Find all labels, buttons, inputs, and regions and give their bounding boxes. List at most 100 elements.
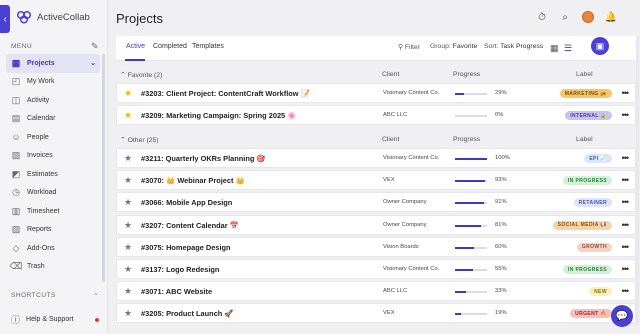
chevron-down-icon[interactable]: ⌄: [90, 59, 96, 67]
star-icon[interactable]: ★: [124, 242, 132, 253]
more-options-icon[interactable]: •••: [622, 110, 630, 120]
project-label[interactable]: GROWTH: [576, 242, 612, 252]
sort-prefix: Sort:: [484, 43, 499, 50]
star-icon[interactable]: ★: [124, 264, 132, 275]
add-project-button[interactable]: ▣: [591, 37, 609, 55]
more-options-icon[interactable]: •••: [622, 242, 630, 252]
project-row[interactable]: ★ #3137: Logo Redesign Visionary Content C…: [116, 259, 636, 279]
project-name[interactable]: #3211: Quarterly OKRs Planning 🎯: [141, 154, 266, 163]
project-label[interactable]: URGENT 🔥: [570, 309, 612, 319]
sidebar-item-add-ons[interactable]: ◇ Add-Ons: [6, 239, 100, 258]
project-row[interactable]: ★ #3070: 👑 Webinar Project 👑 VEX 93% IN PROG…: [116, 170, 636, 191]
project-label[interactable]: RETAINER: [573, 198, 612, 208]
tab-templates[interactable]: Templates: [192, 43, 224, 50]
avatar[interactable]: [582, 11, 594, 23]
more-options-icon[interactable]: •••: [622, 88, 630, 98]
sidebar-item-label: My Work: [27, 78, 55, 86]
chevron-up-icon[interactable]: ⌃: [93, 292, 99, 300]
help-and-support[interactable]: ⓘ Help & Support: [11, 313, 99, 326]
sort-button[interactable]: Sort: Task Progress: [484, 43, 543, 50]
more-options-icon[interactable]: •••: [622, 197, 630, 207]
progress-percent: 93%: [495, 177, 507, 184]
project-label[interactable]: IN PROGRESS: [562, 265, 612, 274]
project-label[interactable]: INTERNAL 🔒: [565, 111, 612, 121]
project-name[interactable]: #3207: Content Calendar 📅: [141, 221, 239, 230]
group-header[interactable]: ⌃ Favorite (2) Client Progress Label: [116, 70, 636, 82]
project-row[interactable]: ★ #3209: Marketing Campaign: Spring 2025 …: [116, 105, 636, 126]
sidebar-item-timesheet[interactable]: ▥ Timesheet: [6, 202, 100, 221]
sidebar-item-estimates[interactable]: ◩ Estimates: [6, 165, 100, 184]
project-name[interactable]: #3203: Client Project: ContentCraft Work…: [141, 89, 310, 98]
list-view-icon[interactable]: ☰: [564, 43, 572, 54]
more-options-icon[interactable]: •••: [622, 153, 630, 163]
filter-button[interactable]: ⚲ Filter: [398, 43, 420, 51]
project-name[interactable]: #3209: Marketing Campaign: Spring 2025 🌸: [141, 111, 296, 120]
more-options-icon[interactable]: •••: [622, 286, 630, 296]
shortcuts-header[interactable]: SHORTCUTS ⌃: [11, 292, 99, 300]
project-row[interactable]: ★ #3211: Quarterly OKRs Planning 🎯 Visiona…: [116, 148, 636, 168]
star-icon[interactable]: ★: [124, 197, 132, 208]
project-name[interactable]: #3205: Product Launch 🚀: [141, 309, 234, 318]
sidebar-item-invoices[interactable]: ▧ Invoices: [6, 147, 100, 166]
star-icon[interactable]: ★: [124, 110, 132, 121]
chat-button[interactable]: 💬: [611, 305, 633, 327]
sidebar-item-reports[interactable]: ▨ Reports: [6, 221, 100, 240]
sidebar-scrollbar[interactable]: [102, 54, 105, 282]
group-title-text: Other (25): [127, 137, 159, 144]
project-name[interactable]: #3137: Logo Redesign: [141, 265, 219, 274]
project-label[interactable]: SOCIAL MEDIA 📢: [552, 220, 612, 230]
sidebar-item-activity[interactable]: ◫ Activity: [6, 91, 100, 110]
more-options-icon[interactable]: •••: [622, 264, 630, 274]
search-icon[interactable]: ⌕: [559, 11, 571, 23]
bell-icon[interactable]: 🔔: [605, 11, 617, 23]
sidebar-item-workload[interactable]: ◷ Workload: [6, 184, 100, 203]
star-icon[interactable]: ★: [124, 308, 132, 319]
sidebar-item-projects[interactable]: ▦ Projects ⌄: [6, 54, 100, 73]
edit-menu-icon[interactable]: ✎: [91, 41, 99, 52]
tab-completed[interactable]: Completed: [153, 43, 187, 50]
top-icons: ⏱ ⌕ 🔔: [536, 11, 617, 23]
project-label[interactable]: IN PROGRESS: [562, 176, 612, 186]
more-options-icon[interactable]: •••: [622, 220, 630, 230]
project-row[interactable]: ★ #3207: Content Calendar 📅 Owner Company 8…: [116, 214, 636, 235]
project-name[interactable]: #3066: Mobile App Design: [141, 198, 232, 207]
project-row[interactable]: ★ #3075: Homepage Design Vision Boards 60% G…: [116, 236, 636, 257]
more-options-icon[interactable]: •••: [622, 175, 630, 185]
tab-active[interactable]: Active: [126, 43, 145, 50]
progress-percent: 100%: [495, 155, 510, 161]
sidebar-item-trash[interactable]: ⌫ Trash: [6, 258, 100, 277]
project-row[interactable]: ★ #3071: ABC Website ABC LLC 33% NEW •••: [116, 281, 636, 302]
project-name[interactable]: #3071: ABC Website: [141, 287, 212, 296]
chevron-up-icon[interactable]: ⌃: [120, 137, 128, 144]
project-row[interactable]: ★#3205: Product Launch 🚀VEX19%URGENT 🔥••…: [116, 303, 636, 324]
project-row[interactable]: ★ #3066: Mobile App Design Owner Company 91…: [116, 192, 636, 213]
star-icon[interactable]: ★: [124, 286, 132, 297]
main-scrollbar[interactable]: [636, 36, 639, 326]
chevron-up-icon[interactable]: ⌃: [120, 72, 128, 79]
grid-view-icon[interactable]: ▦: [550, 43, 559, 54]
sidebar-item-my-work[interactable]: ◰ My Work: [6, 73, 100, 92]
group-header[interactable]: ⌃ Other (25) Client Progress Label: [116, 135, 636, 147]
star-icon[interactable]: ★: [124, 175, 132, 186]
project-label[interactable]: MARKETING 📻: [559, 89, 612, 98]
trash-icon: ⌫: [9, 261, 23, 272]
sidebar-item-people[interactable]: ☺ People: [6, 128, 100, 147]
group-by-button[interactable]: Group: Favorite: [430, 43, 477, 50]
progress-fill: [455, 180, 485, 183]
project-name[interactable]: #3075: Homepage Design: [141, 243, 231, 252]
my-work-icon: ◰: [11, 76, 21, 87]
star-icon[interactable]: ★: [124, 88, 132, 99]
progress-percent: 91%: [495, 199, 507, 206]
calendar-icon: ▤: [11, 113, 21, 124]
timer-icon[interactable]: ⏱: [536, 11, 548, 23]
project-label[interactable]: NEW: [589, 287, 612, 297]
projects-icon: ▦: [11, 57, 21, 68]
brand[interactable]: ActiveCollab: [16, 10, 90, 24]
project-name[interactable]: #3070: 👑 Webinar Project 👑: [141, 176, 245, 185]
star-icon[interactable]: ★: [124, 153, 132, 164]
project-row[interactable]: ★ #3203: Client Project: ContentCraft Wor…: [116, 83, 636, 103]
sidebar-item-calendar[interactable]: ▤ Calendar: [6, 110, 100, 129]
collapse-sidebar-button[interactable]: ‹: [0, 5, 10, 33]
project-label[interactable]: EPI 📈: [584, 154, 612, 163]
star-icon[interactable]: ★: [124, 220, 132, 231]
